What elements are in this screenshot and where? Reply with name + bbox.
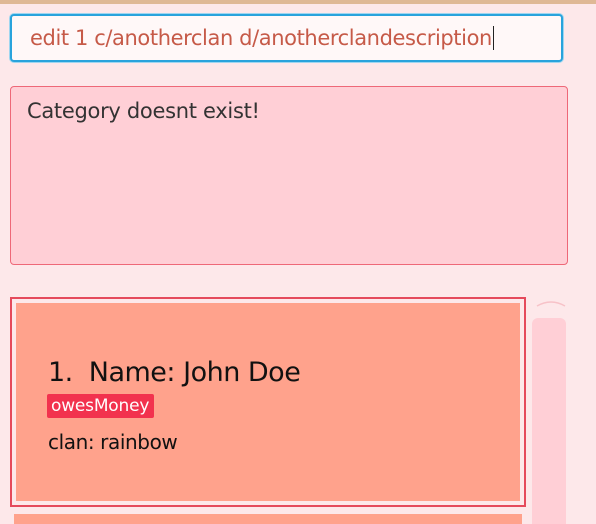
window-top-strip <box>0 0 596 4</box>
person-clan: clan: rainbow <box>48 430 178 454</box>
person-card-partial[interactable] <box>14 514 522 524</box>
person-index: 1. <box>48 357 73 388</box>
person-name: Name: John Doe <box>88 357 301 388</box>
result-display: Category doesnt exist! <box>10 86 568 265</box>
command-input-value[interactable]: edit 1 c/anotherclan d/anotherclandescri… <box>30 26 492 50</box>
scroll-up-icon[interactable] <box>535 296 567 308</box>
tag-badge: owesMoney <box>47 394 155 418</box>
command-input[interactable]: edit 1 c/anotherclan d/anotherclandescri… <box>10 14 563 62</box>
command-input-text[interactable]: edit 1 c/anotherclan d/anotherclandescri… <box>30 26 494 50</box>
person-card-body[interactable]: 1. Name: John Doe owesMoney clan: rainbow <box>16 303 520 501</box>
person-card-title: 1. Name: John Doe <box>48 357 301 388</box>
text-caret <box>492 26 494 50</box>
scrollbar-track[interactable] <box>532 318 566 524</box>
person-card[interactable]: 1. Name: John Doe owesMoney clan: rainbow <box>10 297 526 507</box>
person-list-panel[interactable]: 1. Name: John Doe owesMoney clan: rainbow <box>0 286 596 524</box>
result-message: Category doesnt exist! <box>27 99 260 123</box>
